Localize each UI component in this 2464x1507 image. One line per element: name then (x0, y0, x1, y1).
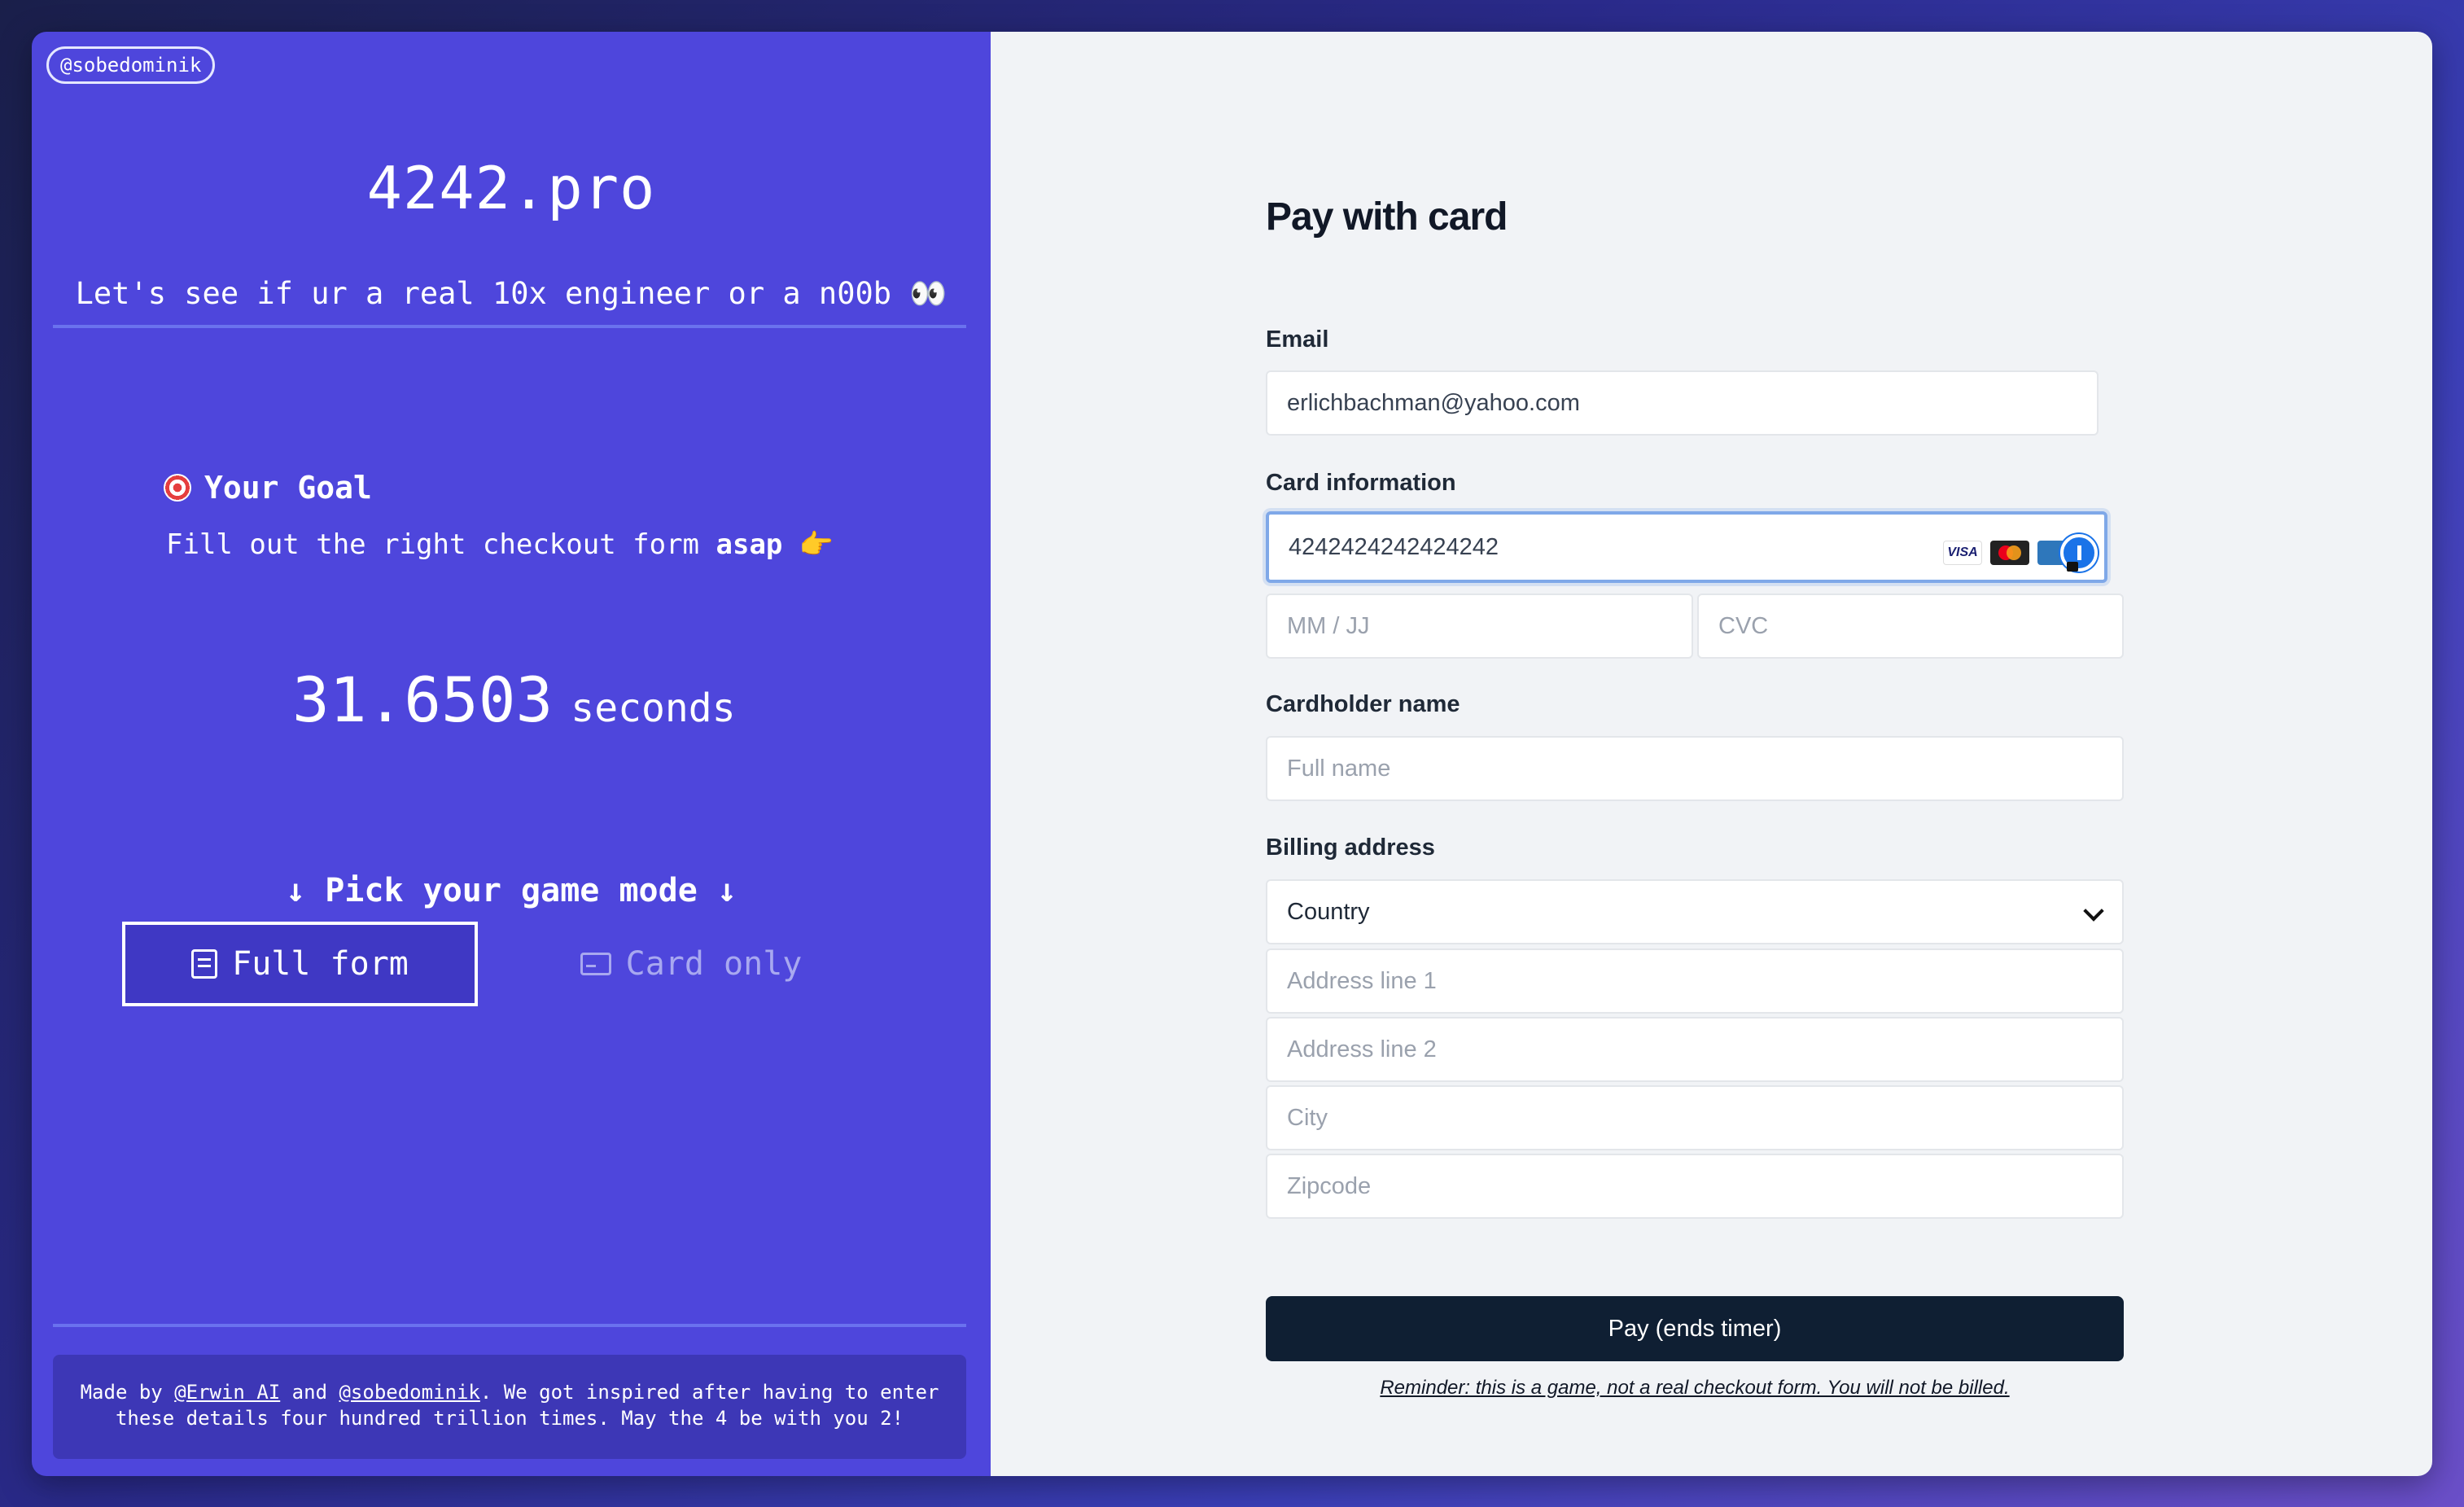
timer-unit: seconds (571, 686, 736, 731)
site-title: 4242.pro (366, 154, 656, 222)
card-brand-icons: VISA (1943, 534, 2098, 572)
card-only-mode-button[interactable]: Card only (553, 922, 829, 1006)
handle-badge[interactable]: @sobedominik (46, 46, 216, 84)
cvc-field[interactable]: CVC (1697, 594, 2124, 659)
game-mode-heading: ↓ Pick your game mode ↓ (286, 872, 737, 909)
card-number-value: 4242424242424242 (1289, 533, 1499, 560)
timer-value: 31.6503 (292, 664, 554, 736)
zipcode-field[interactable]: Zipcode (1266, 1154, 2124, 1219)
address-line2-field[interactable]: Address line 2 (1266, 1017, 2124, 1082)
site-tagline: Let's see if ur a real 10x engineer or a… (75, 276, 948, 311)
sobedominik-link[interactable]: @sobedominik (339, 1381, 479, 1404)
expiry-placeholder: MM / JJ (1287, 612, 1370, 639)
address-line2-placeholder: Address line 2 (1287, 1036, 1437, 1062)
card-only-label: Card only (625, 945, 803, 983)
city-placeholder: City (1287, 1104, 1328, 1131)
chevron-down-icon (2083, 900, 2104, 922)
address-line1-field[interactable]: Address line 1 (1266, 948, 2124, 1014)
email-value: erlichbachman@yahoo.com (1287, 389, 1580, 416)
email-label: Email (1266, 326, 1329, 353)
app-window: @sobedominik 4242.pro Let's see if ur a … (32, 32, 2432, 1476)
password-manager-icon[interactable] (2060, 534, 2098, 572)
country-value: Country (1287, 898, 1370, 925)
cardholder-label: Cardholder name (1266, 691, 1460, 717)
target-icon (164, 474, 191, 502)
cardholder-name-field[interactable]: Full name (1266, 736, 2124, 801)
mastercard-icon (1990, 541, 2029, 565)
divider (53, 1324, 966, 1327)
full-form-label: Full form (232, 945, 409, 983)
footer-text: Made by (80, 1381, 175, 1404)
pointing-finger-icon: 👉 (799, 528, 834, 561)
address-line1-placeholder: Address line 1 (1287, 967, 1437, 994)
goal-heading: Your Goal (164, 470, 372, 506)
reminder-text: Reminder: this is a game, not a real che… (1380, 1377, 2010, 1399)
form-title: Pay with card (1266, 195, 1508, 239)
timer: 31.6503 seconds (292, 664, 736, 736)
erwin-ai-link[interactable]: @Erwin AI (174, 1381, 280, 1404)
zipcode-placeholder: Zipcode (1287, 1172, 1372, 1199)
credit-card-icon (580, 953, 611, 975)
visa-icon: VISA (1943, 541, 1982, 565)
goal-text-bold: asap (716, 528, 783, 561)
lock-icon (2067, 562, 2078, 572)
goal-heading-text: Your Goal (204, 470, 372, 506)
card-number-field[interactable]: 4242424242424242 VISA (1266, 511, 2107, 583)
expiry-field[interactable]: MM / JJ (1266, 594, 1693, 659)
pay-button[interactable]: Pay (ends timer) (1266, 1296, 2124, 1361)
billing-label: Billing address (1266, 835, 1435, 861)
footer-text: and (280, 1381, 339, 1404)
cvc-placeholder: CVC (1718, 612, 1769, 639)
city-field[interactable]: City (1266, 1085, 2124, 1150)
country-select[interactable]: Country (1266, 879, 2124, 944)
email-field[interactable]: erlichbachman@yahoo.com (1266, 370, 2099, 436)
checkout-panel: Pay with card Email erlichbachman@yahoo.… (991, 32, 2432, 1476)
divider (53, 325, 966, 328)
credits-footer: Made by @Erwin AI and @sobedominik. We g… (53, 1355, 966, 1459)
game-panel: @sobedominik 4242.pro Let's see if ur a … (32, 32, 991, 1476)
receipt-icon (191, 949, 218, 979)
full-form-mode-button[interactable]: Full form (122, 922, 478, 1006)
goal-text: Fill out the right checkout form asap 👉 (166, 528, 834, 561)
card-info-label: Card information (1266, 470, 1456, 496)
cardholder-placeholder: Full name (1287, 755, 1391, 782)
goal-text-prefix: Fill out the right checkout form (166, 528, 716, 561)
